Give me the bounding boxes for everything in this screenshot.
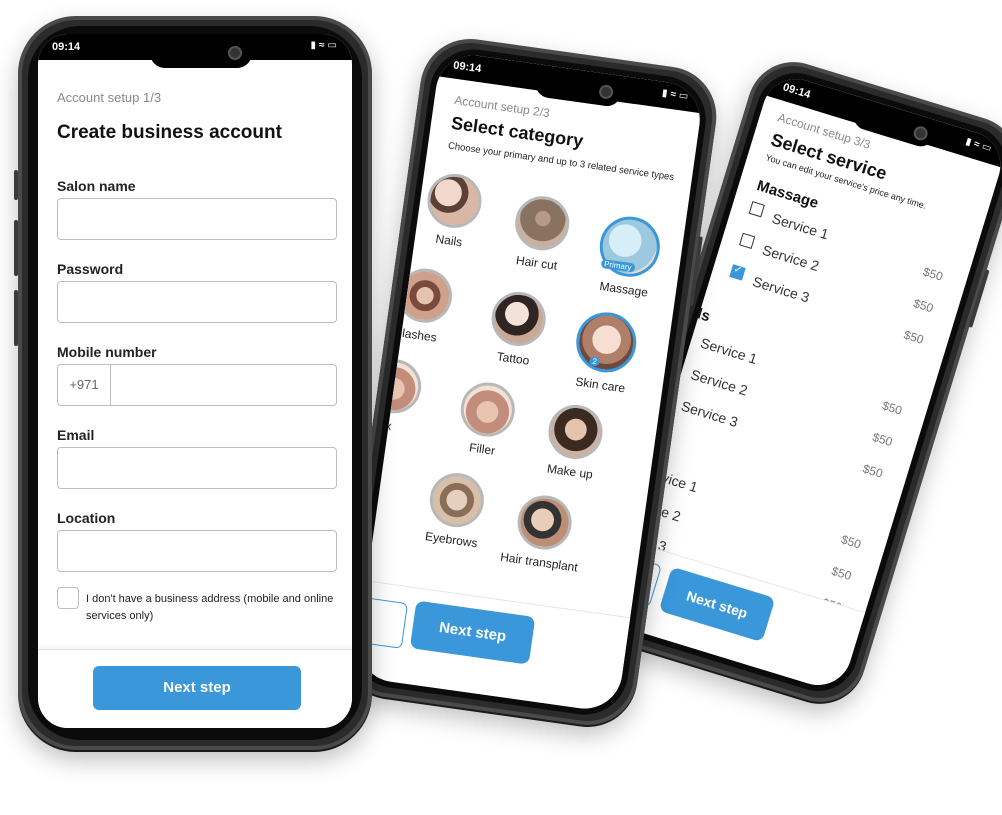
next-step-button[interactable]: Next step: [93, 666, 301, 710]
status-icons: ▮≈▭: [311, 40, 340, 51]
field-label: Mobile number: [57, 344, 157, 360]
volume-down-button: [14, 290, 18, 346]
camera-icon: [911, 124, 930, 143]
volume-up-button: [14, 220, 18, 276]
service-name: Service 1: [698, 334, 760, 367]
category-label: lashes: [401, 325, 438, 345]
location-box: [57, 530, 337, 572]
footer-bar: Next step: [353, 580, 631, 714]
mobile-number-box: +971: [57, 364, 337, 406]
category-image: [426, 469, 488, 531]
battery-icon: ▭: [327, 40, 340, 51]
category-tattoo[interactable]: Tattoo: [469, 286, 566, 372]
battery-icon: ▭: [980, 141, 996, 156]
category-image: [423, 170, 485, 232]
category-label: Hair transplant: [499, 549, 579, 575]
category-hair-cut[interactable]: Hair cut: [492, 190, 589, 276]
next-step-button[interactable]: Next step: [409, 600, 536, 665]
category-image: [514, 492, 576, 554]
category-image: [511, 192, 573, 254]
service-price[interactable]: $50: [912, 296, 935, 315]
service-price[interactable]: $50: [902, 328, 925, 347]
no-address-label: I don't have a business address (mobile …: [86, 593, 334, 622]
phone-step-1: 09:14 ▮≈▭ Account setup 1/3 Create busin…: [14, 16, 372, 750]
status-time: 09:14: [452, 59, 483, 76]
battery-icon: ▭: [678, 90, 692, 103]
category-filler[interactable]: Filler: [438, 377, 535, 463]
service-price[interactable]: $50: [921, 265, 944, 284]
category-label: Tattoo: [495, 349, 531, 368]
service-price[interactable]: $50: [871, 430, 894, 449]
category-image: [572, 308, 641, 377]
field-label: Password: [57, 261, 124, 277]
category-image: [488, 288, 550, 350]
service-price[interactable]: $50: [840, 532, 863, 551]
salon-name-field: Salon name: [57, 178, 337, 240]
category-label: Eyebrows: [424, 529, 479, 551]
email-box: [57, 447, 337, 489]
category-lashes[interactable]: lashes: [375, 263, 472, 349]
password-input[interactable]: [58, 282, 336, 322]
status-time: 09:14: [52, 41, 81, 53]
category-label: Nails: [434, 231, 464, 250]
camera-icon: [598, 84, 615, 100]
country-code-prefix[interactable]: +971: [58, 365, 111, 405]
category-label: Filler: [468, 440, 497, 458]
category-hair-transplant[interactable]: Hair transplant: [494, 490, 591, 576]
mobile-number-input[interactable]: [110, 365, 336, 405]
category-label: Make up: [546, 461, 594, 482]
step-indicator: Account setup 1/3: [57, 90, 162, 105]
service-price[interactable]: $50: [880, 398, 903, 417]
field-label: Salon name: [57, 178, 136, 194]
mobile-number-field: Mobile number +971: [57, 344, 337, 406]
mute-switch: [14, 170, 18, 200]
page-title: Create business account: [57, 122, 282, 143]
category-image: [457, 379, 519, 441]
checkbox-icon[interactable]: [739, 232, 756, 249]
wifi-icon: ≈: [319, 40, 328, 51]
signal-icon: ▮: [310, 40, 320, 51]
email-field: Email: [57, 427, 337, 489]
category-make-up[interactable]: Make up: [525, 399, 622, 485]
category-image: [545, 401, 606, 463]
password-box: [57, 281, 337, 323]
footer-bar: Next step: [38, 649, 352, 728]
service-price[interactable]: $50: [861, 462, 884, 481]
location-input[interactable]: [58, 531, 336, 571]
category-eyebrows[interactable]: Eyebrows: [407, 467, 504, 553]
checkbox-icon[interactable]: [748, 201, 765, 218]
status-time: 09:14: [781, 81, 812, 102]
service-name: Service 1: [770, 210, 831, 243]
salon-name-box: [57, 198, 337, 240]
status-icons: ▮≈▭: [964, 136, 995, 155]
salon-name-input[interactable]: [58, 199, 336, 239]
field-label: Email: [57, 427, 95, 443]
status-icons: ▮≈▭: [661, 88, 692, 103]
camera-icon: [228, 46, 242, 60]
service-price[interactable]: $50: [830, 564, 853, 583]
screen-create-account: 09:14 ▮≈▭ Account setup 1/3 Create busin…: [38, 34, 352, 728]
email-input[interactable]: [58, 448, 336, 488]
location-field: Location: [57, 510, 337, 572]
dynamic-island: [150, 38, 252, 68]
checkbox-icon[interactable]: [729, 264, 746, 281]
no-address-checkbox[interactable]: [57, 587, 79, 609]
category-label: Massage: [598, 278, 649, 300]
category-label: Skin care: [574, 374, 627, 396]
category-skin-care[interactable]: 2 Skin care: [556, 307, 654, 398]
password-field: Password: [57, 261, 337, 323]
field-label: Location: [57, 510, 116, 526]
category-label: Hair cut: [515, 253, 559, 273]
category-massage[interactable]: Primary Massage: [579, 211, 677, 302]
